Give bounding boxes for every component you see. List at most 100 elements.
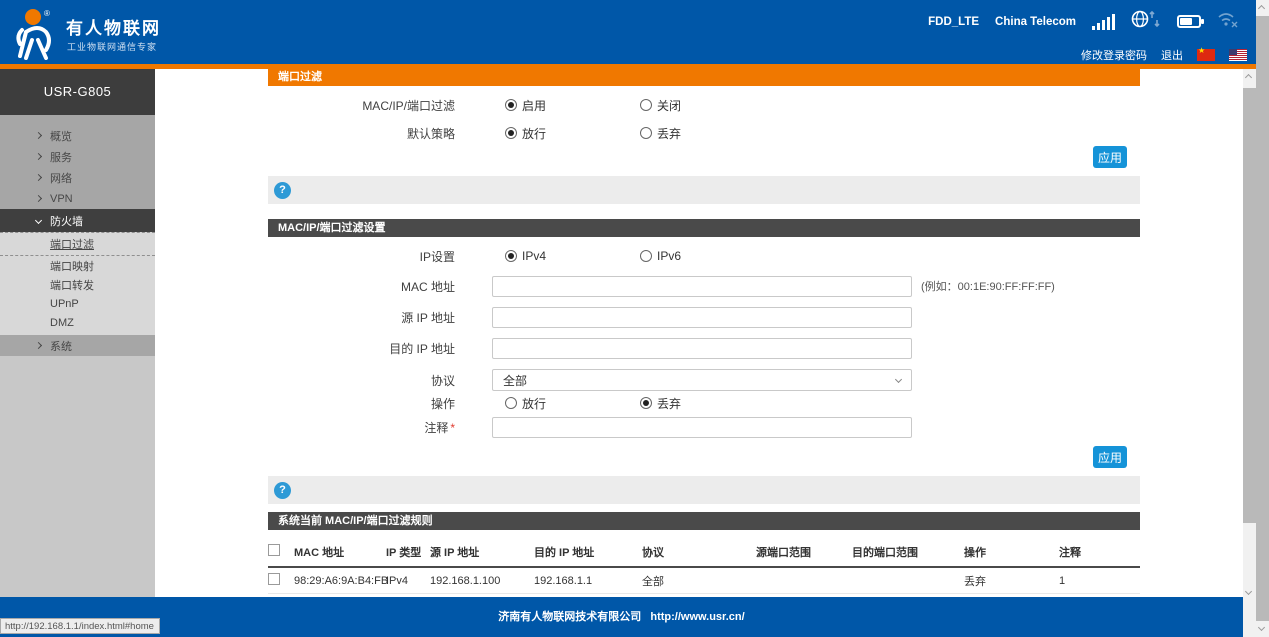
scroll-down-icon[interactable] (1245, 588, 1252, 595)
carrier-label: China Telecom (995, 16, 1076, 28)
radio-label: 丢弃 (657, 125, 681, 142)
china-flag-icon[interactable] (1197, 49, 1215, 61)
submenu-item-port-mapping[interactable]: 端口映射 (0, 256, 155, 275)
radio-ipv4[interactable] (505, 250, 517, 262)
chevron-right-icon (35, 342, 42, 349)
sidebar-item-services[interactable]: 服务 (0, 146, 155, 167)
field-label: MAC 地址 (268, 278, 455, 295)
protocol-row: 协议 全部 (268, 369, 1140, 391)
radio-ipv6[interactable] (640, 250, 652, 262)
field-label: 目的 IP 地址 (268, 340, 455, 357)
chevron-right-icon (35, 195, 42, 202)
mac-address-input[interactable] (492, 276, 912, 297)
sidebar-item-firewall[interactable]: 防火墙 (0, 209, 155, 232)
filter-enable-row: MAC/IP/端口过滤 启用 关闭 (268, 95, 1140, 115)
col-header: IP 类型 (386, 544, 430, 560)
radio-label: 启用 (522, 97, 546, 114)
submenu-item-port-forwarding[interactable]: 端口转发 (0, 275, 155, 294)
sidebar-item-label: 服务 (50, 149, 72, 165)
header-links-row: 修改登录密码 退出 (1081, 47, 1247, 63)
network-type-label: FDD_LTE (928, 16, 979, 28)
cell-comment: 1 (1059, 575, 1140, 587)
radio-action-drop[interactable] (640, 397, 652, 409)
ip-mode-row: IP设置 IPv4 IPv6 (268, 246, 1140, 266)
row-checkbox[interactable] (268, 573, 280, 585)
radio-enable[interactable] (505, 99, 517, 111)
col-header: 操作 (964, 544, 1059, 560)
cell-src-ip: 192.168.1.100 (430, 575, 534, 587)
cell-dst-ip: 192.168.1.1 (534, 575, 642, 587)
field-label: 默认策略 (268, 125, 455, 142)
radio-label: IPv4 (522, 249, 546, 263)
help-bar: ? (268, 176, 1140, 204)
usa-flag-icon[interactable] (1229, 49, 1247, 61)
sidebar-item-system[interactable]: 系统 (0, 335, 155, 356)
sidebar: USR-G805 概览 服务 网络 VPN 防火墙 端口过滤 端口映射 端口转发… (0, 69, 155, 597)
sidebar-item-overview[interactable]: 概览 (0, 125, 155, 146)
col-header: 目的端口范围 (852, 544, 964, 560)
sidebar-item-label: 概览 (50, 128, 72, 144)
header-status-row: FDD_LTE China Telecom (928, 10, 1239, 33)
apply-button-settings[interactable]: 应用 (1093, 446, 1127, 468)
brand-logo-icon: ® (12, 6, 64, 60)
help-icon[interactable]: ? (274, 482, 291, 499)
brand-name: 有人物联网 (66, 14, 161, 39)
sidebar-item-label: VPN (50, 193, 73, 205)
window-scrollbar[interactable] (1256, 0, 1269, 637)
logout-link[interactable]: 退出 (1161, 47, 1183, 63)
chevron-down-icon (895, 375, 902, 382)
submenu-item-label: 端口转发 (50, 277, 94, 293)
field-label: 注释* (268, 419, 455, 436)
browser-status-link-preview: http://192.168.1.1/index.html#home (0, 618, 160, 634)
section-header-settings: MAC/IP/端口过滤设置 (268, 219, 1140, 237)
scrollbar-thumb[interactable] (1243, 88, 1256, 523)
chevron-right-icon (35, 132, 42, 139)
radio-label: IPv6 (657, 249, 681, 263)
submenu-item-label: DMZ (50, 317, 74, 329)
required-mark: * (450, 421, 455, 435)
device-model: USR-G805 (0, 69, 155, 115)
footer-website-link[interactable]: http://www.usr.cn/ (650, 611, 744, 623)
content-scrollbar[interactable] (1243, 69, 1256, 637)
scroll-down-button[interactable] (1256, 621, 1269, 637)
protocol-selected-value: 全部 (503, 372, 527, 389)
select-all-checkbox[interactable] (268, 544, 280, 556)
wifi-off-icon (1217, 11, 1239, 33)
submenu-item-port-filter[interactable]: 端口过滤 (0, 232, 155, 256)
sidebar-item-label: 防火墙 (50, 213, 83, 229)
globe-data-icon (1131, 10, 1161, 33)
scroll-up-icon[interactable] (1245, 74, 1252, 81)
apply-button-filter[interactable]: 应用 (1093, 146, 1127, 168)
sidebar-item-label: 网络 (50, 170, 72, 186)
sidebar-item-network[interactable]: 网络 (0, 167, 155, 188)
radio-disable[interactable] (640, 99, 652, 111)
brand-tagline: 工业物联网通信专家 (67, 40, 157, 53)
dest-ip-input[interactable] (492, 338, 912, 359)
comment-input[interactable] (492, 417, 912, 438)
mac-format-hint: (例如：00:1E:90:FF:FF:FF) (921, 278, 1055, 294)
submenu-item-dmz[interactable]: DMZ (0, 313, 155, 332)
field-label: 协议 (268, 372, 455, 389)
help-icon[interactable]: ? (274, 182, 291, 199)
scroll-up-button[interactable] (1256, 0, 1269, 16)
main-content: 端口过滤 MAC/IP/端口过滤 启用 关闭 默认策略 放行 丢弃 (155, 69, 1243, 597)
radio-action-accept[interactable] (505, 397, 517, 409)
source-ip-input[interactable] (492, 307, 912, 328)
field-label: 操作 (268, 395, 455, 412)
action-row: 操作 放行 丢弃 (268, 393, 1140, 413)
radio-accept[interactable] (505, 127, 517, 139)
submenu-item-upnp[interactable]: UPnP (0, 294, 155, 313)
change-password-link[interactable]: 修改登录密码 (1081, 47, 1147, 63)
footer-company: 济南有人物联网技术有限公司 (498, 611, 641, 623)
chevron-down-icon (35, 217, 42, 224)
page-footer: 济南有人物联网技术有限公司 http://www.usr.cn/ (0, 597, 1243, 637)
sidebar-item-vpn[interactable]: VPN (0, 188, 155, 209)
radio-drop[interactable] (640, 127, 652, 139)
protocol-select[interactable]: 全部 (492, 369, 912, 391)
radio-label: 放行 (522, 125, 546, 142)
comment-row: 注释* (268, 416, 1140, 438)
page-title: 端口过滤 (268, 69, 1140, 86)
table-row: 98:29:A6:9A:B4:FB IPv4 192.168.1.100 192… (268, 568, 1140, 594)
col-header: 源端口范围 (756, 544, 852, 560)
col-header: 协议 (642, 544, 756, 560)
